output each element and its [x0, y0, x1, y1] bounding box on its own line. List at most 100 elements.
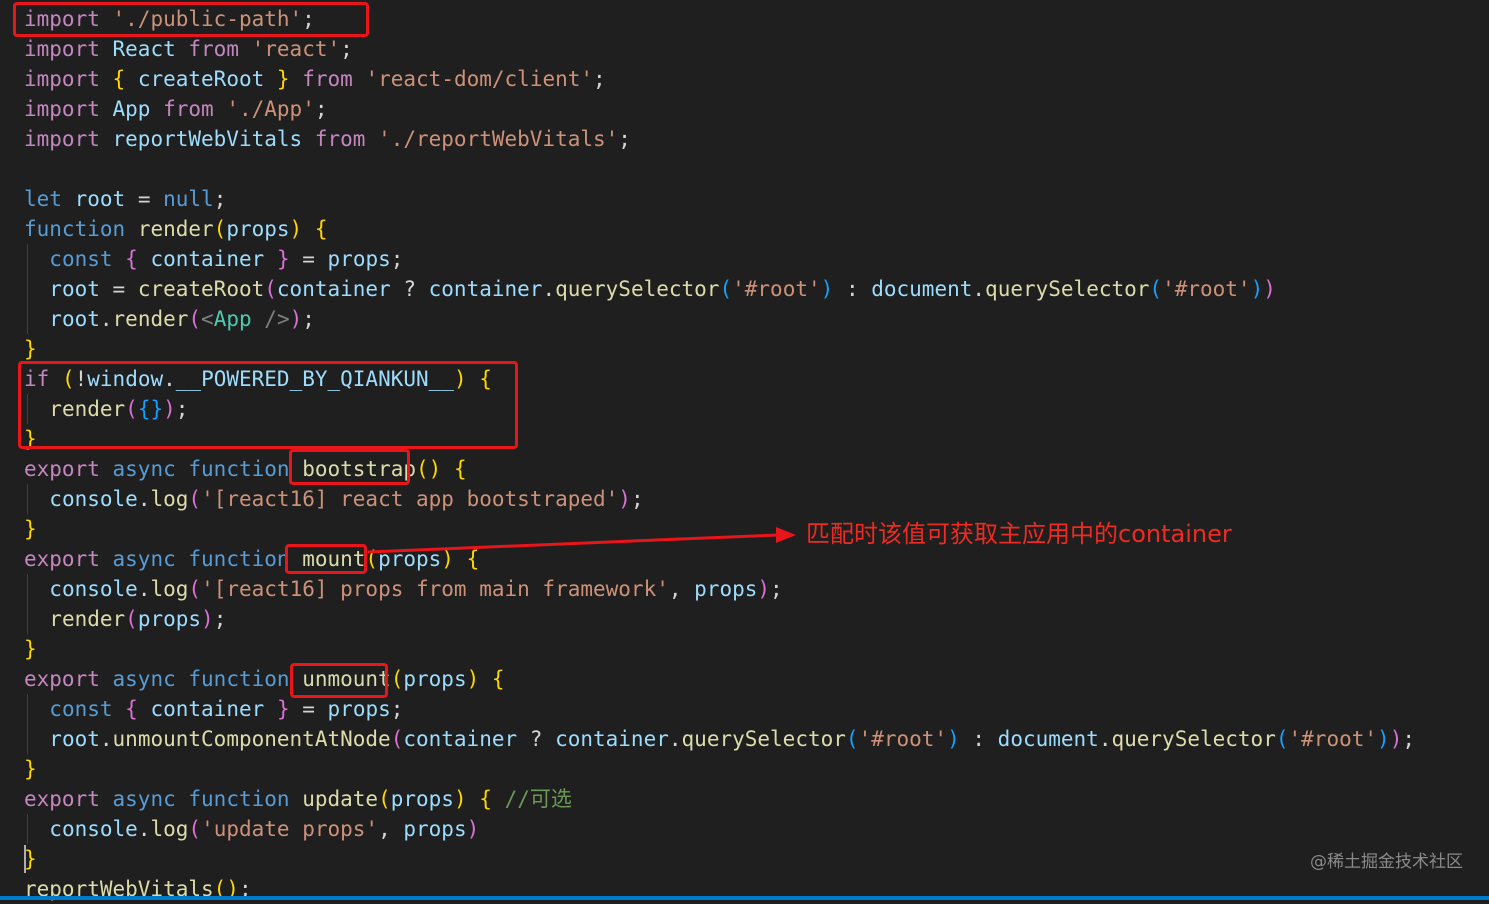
code-token: container: [276, 277, 391, 301]
code-token: }: [276, 697, 290, 721]
code-token: console: [49, 487, 138, 511]
code-token: import: [24, 97, 100, 121]
code-token: .: [137, 577, 151, 601]
code-line: let root = null;: [0, 184, 1489, 214]
code-token: function: [188, 787, 290, 811]
code-token: const: [49, 247, 113, 271]
code-token: =: [289, 697, 328, 721]
code-token: './App': [226, 97, 315, 121]
code-token: root: [74, 187, 126, 211]
code-token: props: [327, 247, 391, 271]
highlight-box-bootstrap: [289, 449, 410, 485]
indent-guide: [27, 244, 28, 334]
code-token: async: [112, 787, 176, 811]
code-token: export: [24, 787, 100, 811]
code-token: {: [314, 217, 328, 241]
highlight-box-mount: [285, 544, 367, 574]
code-token: }: [24, 637, 37, 661]
code-editor[interactable]: import './public-path'; import React from…: [0, 0, 1489, 901]
code-token: update: [302, 787, 379, 811]
code-token: async: [112, 457, 176, 481]
code-token: props: [403, 817, 467, 841]
code-token: container: [150, 697, 265, 721]
code-line: import App from './App';: [0, 94, 1489, 124]
code-token: '#root': [1288, 727, 1378, 751]
code-line: const { container } = props;: [0, 694, 1489, 724]
code-token: console: [49, 577, 138, 601]
code-token: ): [453, 787, 467, 811]
code-line: root.unmountComponentAtNode(container ? …: [0, 724, 1489, 754]
code-line: console.log('update props', props): [0, 814, 1489, 844]
code-token: render: [112, 307, 189, 331]
code-token: (: [125, 607, 138, 631]
code-token: createRoot: [137, 67, 265, 91]
code-token: ): [466, 667, 480, 691]
code-token: export: [24, 547, 100, 571]
code-token: (: [719, 277, 733, 301]
code-token: (: [213, 217, 227, 241]
highlight-box-qiankun-check: [18, 361, 518, 449]
code-token: props: [390, 787, 454, 811]
code-token: (: [390, 667, 404, 691]
code-token: function: [24, 217, 126, 241]
indent-guide: [27, 574, 28, 634]
code-line: }: [0, 334, 1489, 364]
code-token: <: [201, 307, 214, 331]
code-line: console.log('[react16] props from main f…: [0, 574, 1489, 604]
code-token: {: [125, 247, 138, 271]
code-token: .: [137, 817, 151, 841]
code-token: '#root': [732, 277, 821, 301]
code-token: ;: [213, 187, 227, 211]
code-token: {: [491, 667, 505, 691]
code-line: root.render(<App />);: [0, 304, 1489, 334]
code-token: props: [378, 547, 442, 571]
code-token: }: [24, 757, 37, 781]
code-token: App: [112, 97, 151, 121]
code-token: function: [188, 667, 290, 691]
code-token: document: [871, 277, 973, 301]
code-token: log: [150, 577, 189, 601]
code-token: =: [125, 187, 164, 211]
code-token: root: [49, 307, 100, 331]
code-token: ;: [630, 487, 644, 511]
code-line: }: [0, 634, 1489, 664]
code-token: querySelector: [985, 277, 1150, 301]
code-token: './reportWebVitals': [378, 127, 619, 151]
code-token: ;: [213, 607, 227, 631]
code-token: ;: [1402, 727, 1415, 751]
code-line: export async function mount(props) {: [0, 544, 1489, 574]
code-token: props: [226, 217, 290, 241]
code-token: container: [428, 277, 543, 301]
code-token: .: [542, 277, 556, 301]
code-token: {: [112, 67, 126, 91]
code-token: props: [137, 607, 202, 631]
code-token: ): [947, 727, 960, 751]
code-token: (: [188, 817, 202, 841]
code-token: }: [24, 337, 37, 361]
code-token: ): [618, 487, 631, 511]
code-token: (: [390, 727, 404, 751]
code-line: }: [0, 844, 1489, 874]
code-token: render: [49, 607, 126, 631]
code-line: import React from 'react';: [0, 34, 1489, 64]
code-token: ): [757, 577, 771, 601]
indent-guide: [27, 694, 28, 754]
code-token: (: [378, 787, 391, 811]
